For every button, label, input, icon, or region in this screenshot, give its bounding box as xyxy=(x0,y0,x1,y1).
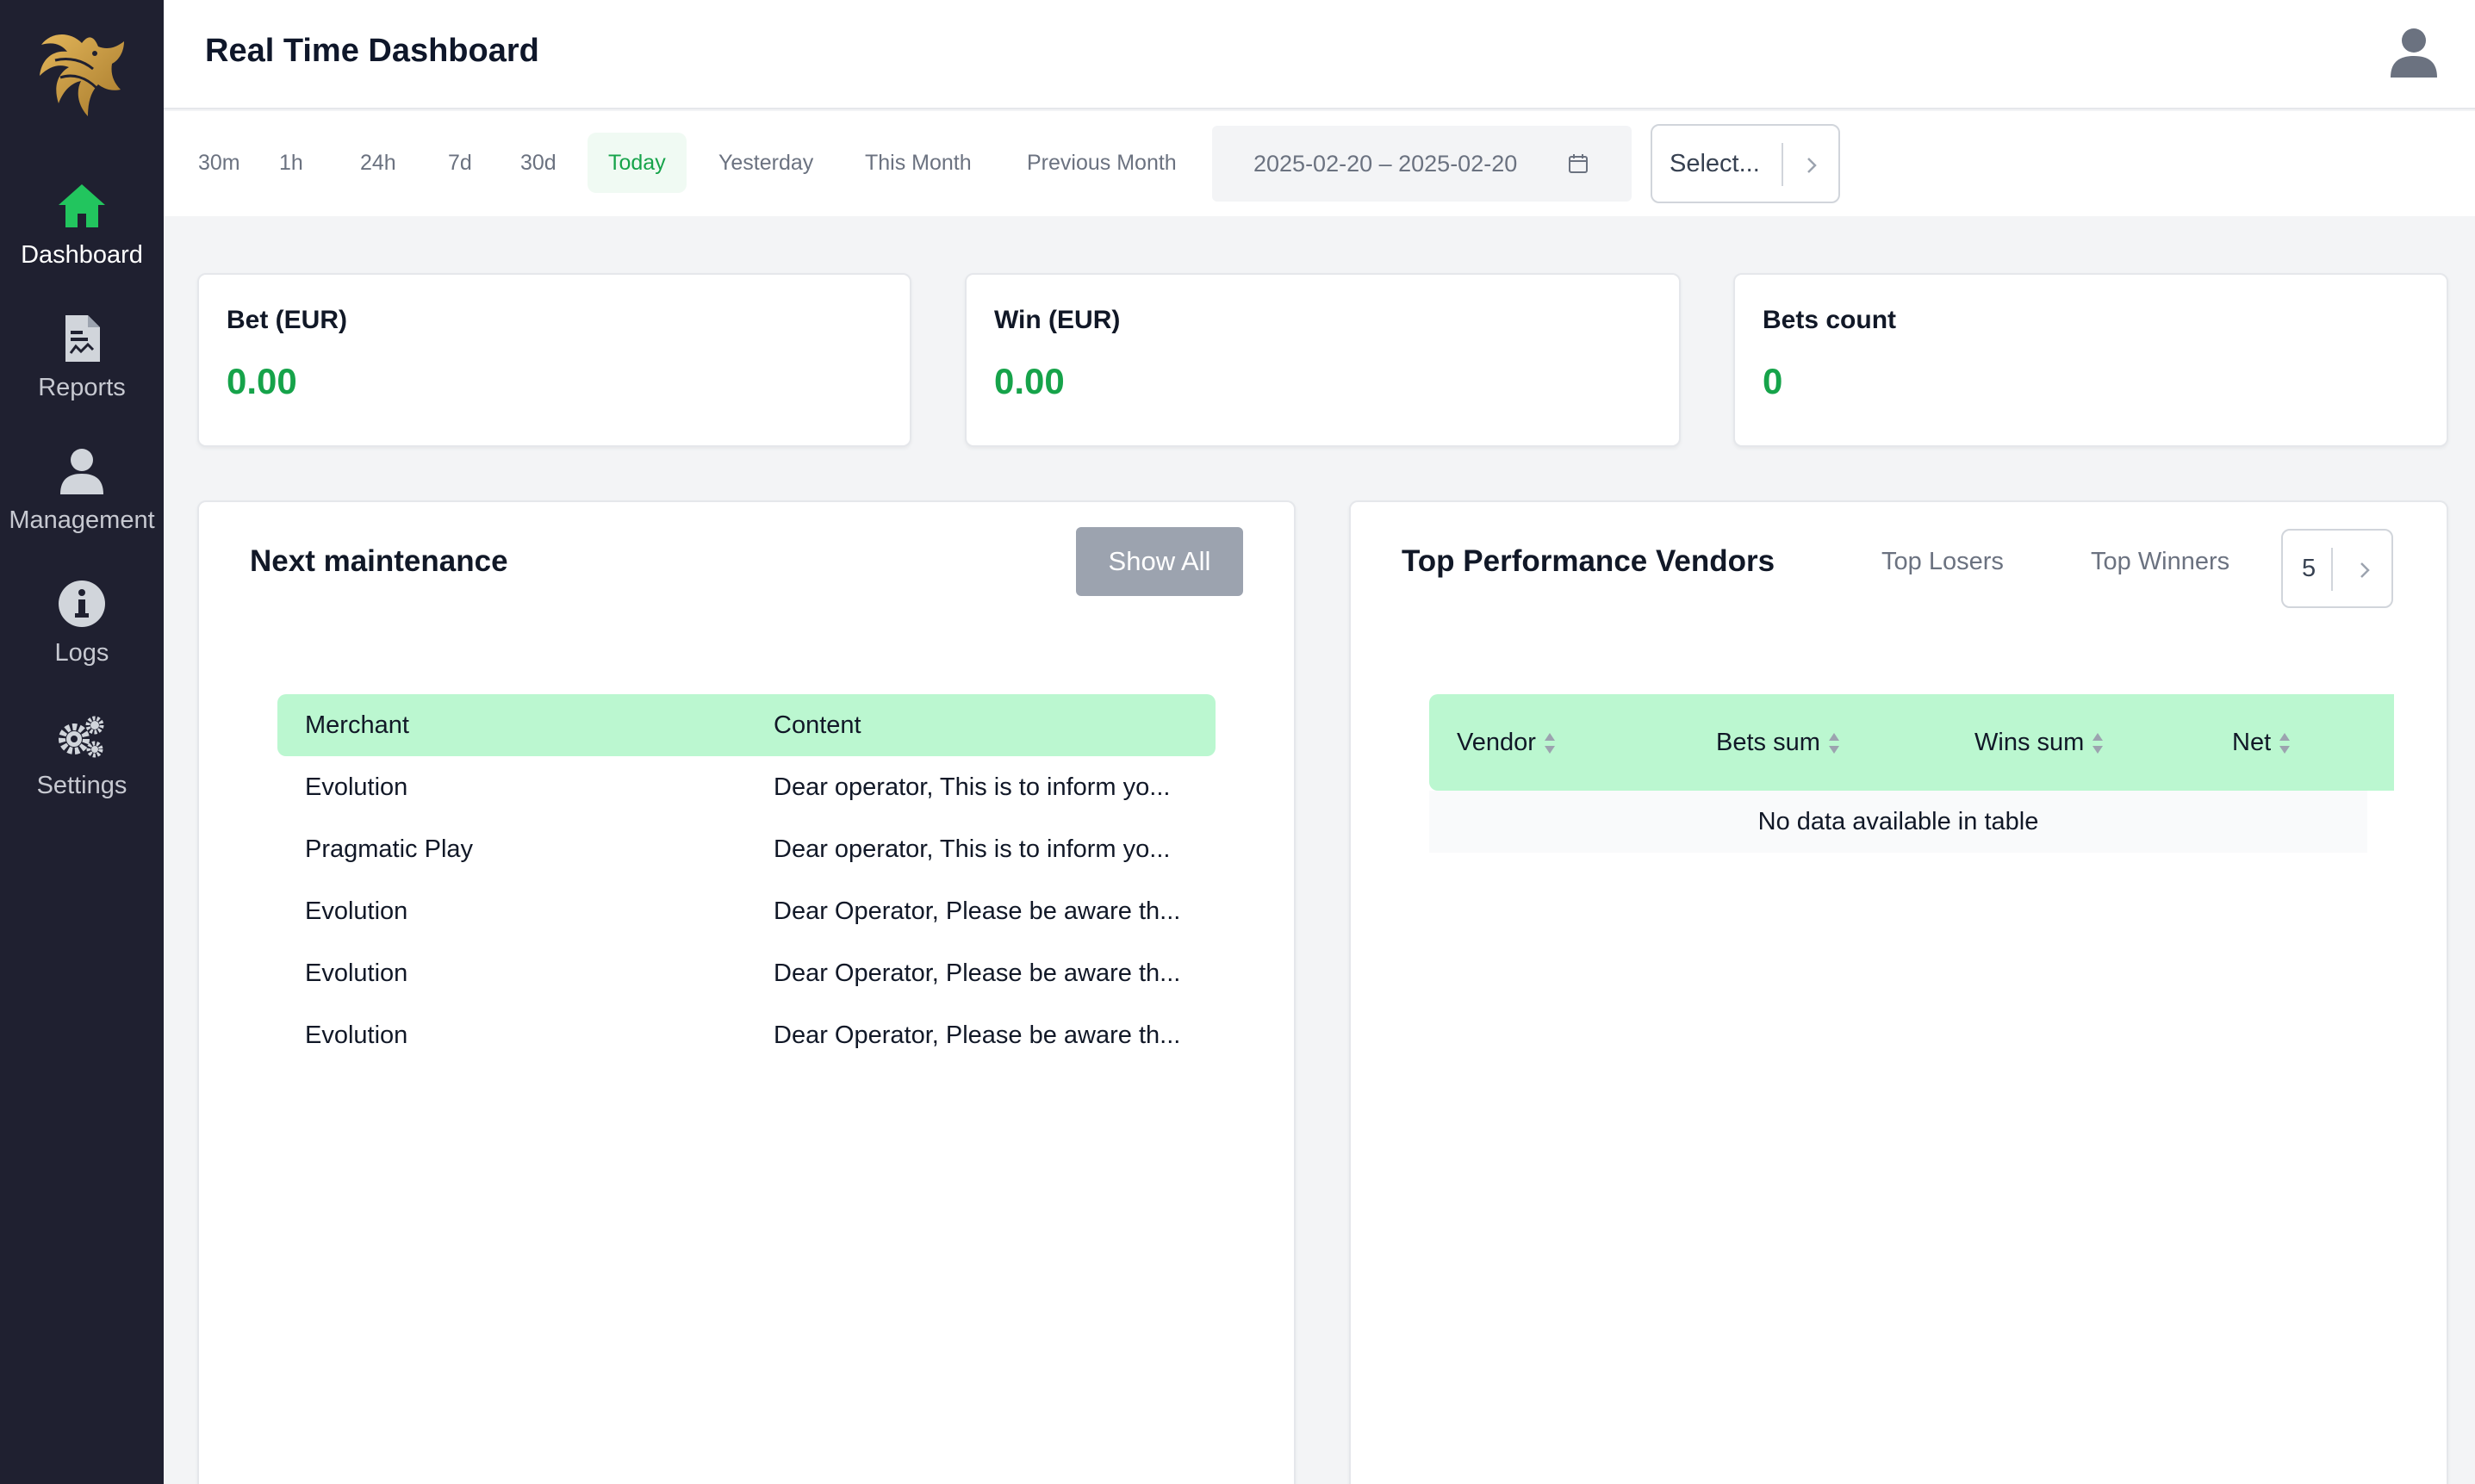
empty-table-message: No data available in table xyxy=(1429,791,2367,853)
sidebar-item-logs[interactable]: Logs xyxy=(0,577,164,698)
merchant-cell: Evolution xyxy=(305,897,408,925)
column-header-wins-sum[interactable]: Wins sum xyxy=(1974,694,2105,791)
table-row[interactable]: Evolution Dear Operator, Please be aware… xyxy=(277,942,1216,1004)
sidebar-item-dashboard[interactable]: Dashboard xyxy=(0,179,164,300)
tab-top-winners[interactable]: Top Winners xyxy=(2091,548,2229,576)
range-24h[interactable]: 24h xyxy=(339,133,417,193)
range-30m[interactable]: 30m xyxy=(177,133,261,193)
content-cell: Dear operator, This is to inform yo... xyxy=(774,773,1171,801)
stat-title: Win (EUR) xyxy=(994,306,1121,334)
sort-icon xyxy=(1544,733,1555,754)
vendors-title: Top Performance Vendors xyxy=(1402,544,1775,578)
stat-card-win: Win (EUR) 0.00 xyxy=(965,273,1681,447)
select-divider xyxy=(2331,548,2333,591)
range-this-month[interactable]: This Month xyxy=(844,133,992,193)
stat-card-bet: Bet (EUR) 0.00 xyxy=(197,273,911,447)
range-7d[interactable]: 7d xyxy=(427,133,493,193)
maintenance-title: Next maintenance xyxy=(250,544,508,578)
gears-icon xyxy=(59,716,104,758)
sidebar-item-label: Reports xyxy=(38,374,126,401)
column-header-merchant: Merchant xyxy=(305,711,409,739)
range-previous-month[interactable]: Previous Month xyxy=(1006,133,1197,193)
sidebar-item-label: Settings xyxy=(36,772,127,799)
user-avatar-icon[interactable] xyxy=(2387,26,2441,79)
page-title: Real Time Dashboard xyxy=(205,33,539,69)
home-icon xyxy=(59,184,105,227)
table-row[interactable]: Evolution Dear operator, This is to info… xyxy=(277,756,1216,818)
column-header-net[interactable]: Net xyxy=(2232,694,2292,791)
vendors-table-header: Vendor Bets sum Wins sum Net xyxy=(1429,694,2394,791)
date-range-input[interactable]: 2025-02-20 – 2025-02-20 xyxy=(1212,126,1632,202)
range-1h[interactable]: 1h xyxy=(258,133,324,193)
merchant-cell: Evolution xyxy=(305,773,408,801)
table-row[interactable]: Evolution Dear Operator, Please be aware… xyxy=(277,1004,1216,1066)
report-icon xyxy=(65,315,100,362)
info-icon xyxy=(59,581,105,627)
range-today[interactable]: Today xyxy=(588,133,687,193)
sort-icon xyxy=(2093,733,2104,754)
stat-card-bets-count: Bets count 0 xyxy=(1733,273,2448,447)
maintenance-table: Merchant Content Evolution Dear operator… xyxy=(277,694,1216,1066)
merchant-cell: Evolution xyxy=(305,959,408,987)
chevron-right-icon xyxy=(2360,562,2370,578)
stat-value: 0.00 xyxy=(227,361,297,401)
vendors-panel xyxy=(1349,500,2448,1484)
vendor-count-select[interactable]: 5 xyxy=(2281,529,2393,608)
tab-top-losers[interactable]: Top Losers xyxy=(1881,548,2004,576)
content-cell: Dear Operator, Please be aware th... xyxy=(774,1021,1181,1049)
date-range-value: 2025-02-20 – 2025-02-20 xyxy=(1253,151,1518,177)
content-cell: Dear Operator, Please be aware th... xyxy=(774,959,1181,987)
time-filter-bar: 30m 1h 24h 7d 30d Today Yesterday This M… xyxy=(164,111,2475,216)
stat-value: 0 xyxy=(1763,361,1783,401)
table-row[interactable]: Evolution Dear Operator, Please be aware… xyxy=(277,880,1216,942)
calendar-icon xyxy=(1569,154,1588,173)
phoenix-logo-icon[interactable] xyxy=(34,26,129,125)
top-header: Real Time Dashboard xyxy=(164,0,2475,109)
sidebar-item-settings[interactable]: Settings xyxy=(0,710,164,830)
content-cell: Dear operator, This is to inform yo... xyxy=(774,835,1171,863)
sidebar-item-label: Management xyxy=(9,506,155,534)
table-row[interactable]: Pragmatic Play Dear operator, This is to… xyxy=(277,818,1216,880)
stat-value: 0.00 xyxy=(994,361,1065,401)
chevron-right-icon xyxy=(1807,158,1817,173)
column-label: Wins sum xyxy=(1974,729,2085,756)
sort-icon xyxy=(1828,733,1839,754)
stat-title: Bet (EUR) xyxy=(227,306,347,334)
sidebar-item-management[interactable]: Management xyxy=(0,444,164,565)
user-icon xyxy=(60,449,103,494)
sidebar: Dashboard Reports Management Logs Settin… xyxy=(0,0,164,1484)
column-label: Vendor xyxy=(1457,729,1536,756)
select-divider xyxy=(1782,143,1783,186)
stat-title: Bets count xyxy=(1763,306,1897,334)
column-header-vendor[interactable]: Vendor xyxy=(1457,694,1557,791)
merchant-cell: Evolution xyxy=(305,1021,408,1049)
column-header-bets-sum[interactable]: Bets sum xyxy=(1716,694,1841,791)
range-30d[interactable]: 30d xyxy=(500,133,577,193)
content-cell: Dear Operator, Please be aware th... xyxy=(774,897,1181,925)
select-placeholder: Select... xyxy=(1670,150,1760,177)
sidebar-item-reports[interactable]: Reports xyxy=(0,312,164,432)
column-label: Net xyxy=(2232,729,2272,756)
sidebar-item-label: Logs xyxy=(54,639,109,667)
column-label: Bets sum xyxy=(1716,729,1820,756)
sidebar-item-label: Dashboard xyxy=(21,241,143,269)
filter-select[interactable]: Select... xyxy=(1651,124,1840,203)
column-header-content: Content xyxy=(774,711,861,739)
merchant-cell: Pragmatic Play xyxy=(305,835,474,863)
show-all-button[interactable]: Show All xyxy=(1076,527,1243,596)
range-yesterday[interactable]: Yesterday xyxy=(698,133,834,193)
count-value: 5 xyxy=(2302,555,2316,582)
table-header: Merchant Content xyxy=(277,694,1216,756)
sort-icon xyxy=(2279,733,2291,754)
